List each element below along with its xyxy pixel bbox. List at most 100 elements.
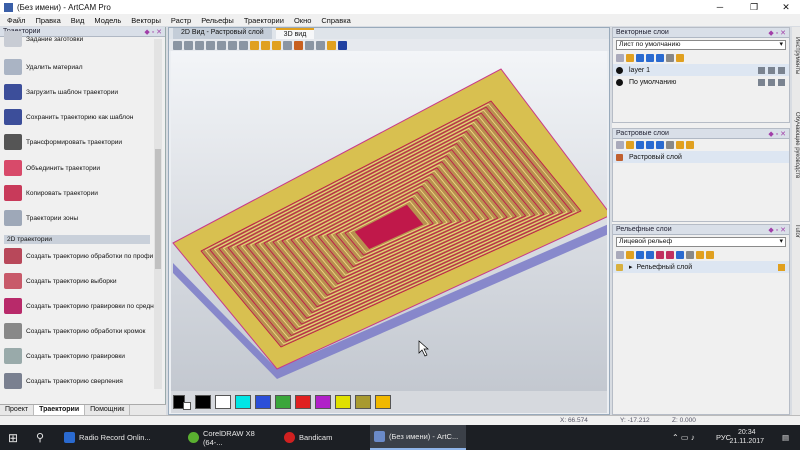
layer-color-dot[interactable] — [616, 78, 623, 86]
menu-window[interactable]: Окно — [289, 16, 316, 25]
merge-icon[interactable] — [706, 251, 714, 259]
new-layer-icon[interactable] — [616, 141, 624, 149]
vector-layer-row[interactable]: layer 1 — [613, 64, 789, 76]
tool-remove-material[interactable]: Удалить материал — [4, 57, 154, 77]
move-up-icon[interactable] — [676, 251, 684, 259]
left-scrollbar[interactable] — [154, 39, 162, 389]
toolpath-show-icon[interactable] — [327, 40, 336, 50]
maximize-button[interactable]: ❐ — [740, 0, 768, 14]
3d-viewport[interactable] — [171, 51, 607, 391]
palette-swatch[interactable] — [235, 395, 251, 409]
light-icon[interactable] — [696, 251, 704, 259]
delete-icon[interactable] — [778, 78, 785, 86]
palette-swatch[interactable] — [215, 395, 231, 409]
relief-dropdown[interactable]: Лицевой рельеф — [616, 237, 786, 247]
view-left-icon[interactable] — [206, 40, 215, 50]
palette-swatch[interactable] — [295, 395, 311, 409]
tool-zone[interactable]: Траектории зоны — [4, 208, 154, 228]
tool-centerline[interactable]: Создать траекторию гравировки по средн — [4, 296, 154, 316]
tool-area-clearance[interactable]: Создать траекторию выборки — [4, 271, 154, 291]
tool-edge[interactable]: Создать траекторию обработки кромок — [4, 321, 154, 341]
palette-swatch[interactable] — [255, 395, 271, 409]
search-icon[interactable]: ⚲ — [36, 425, 44, 450]
tool-load-template[interactable]: Загрузить шаблон траектории — [4, 82, 154, 102]
menu-file[interactable]: Файл — [2, 16, 30, 25]
menu-vectors[interactable]: Векторы — [126, 16, 166, 25]
menu-reliefs[interactable]: Рельефы — [196, 16, 239, 25]
relief-icon[interactable] — [272, 40, 281, 50]
expand-arrow-icon[interactable]: ▸ — [629, 263, 633, 271]
lock-icon[interactable] — [666, 54, 674, 62]
secondary-color-swatch[interactable] — [183, 402, 191, 410]
palette-swatch[interactable] — [315, 395, 331, 409]
material-icon[interactable] — [294, 40, 303, 50]
menu-toolpaths[interactable]: Траектории — [239, 16, 289, 25]
menu-raster[interactable]: Растр — [166, 16, 196, 25]
side-tab-tools[interactable]: Инструменты — [792, 37, 800, 74]
palette-swatch[interactable] — [375, 395, 391, 409]
menu-edit[interactable]: Правка — [30, 16, 65, 25]
tab-2d-view[interactable]: 2D Вид - Растровый слой — [173, 28, 272, 39]
scroll-thumb[interactable] — [155, 149, 161, 269]
close-button[interactable]: ✕ — [772, 0, 800, 14]
pin-icon[interactable]: ◆ ▫ ✕ — [768, 226, 786, 234]
sheet-dropdown[interactable]: Лист по умолчанию — [616, 40, 786, 50]
taskbar-item-coreldraw[interactable]: CorelDRAW X8 (64-... — [184, 425, 276, 450]
move-up-icon[interactable] — [656, 141, 664, 149]
side-tab-tutorials[interactable]: Обучающие руководств — [792, 112, 800, 178]
visibility-icon[interactable] — [768, 78, 775, 86]
save-icon[interactable] — [636, 251, 644, 259]
merge-icon[interactable] — [686, 141, 694, 149]
subtract-icon[interactable] — [666, 251, 674, 259]
light-icon[interactable] — [676, 141, 684, 149]
visibility-icon[interactable] — [768, 66, 775, 74]
tool-set-block[interactable]: Задание заготовки — [4, 29, 154, 49]
view-front-icon[interactable] — [195, 40, 204, 50]
taskbar-item-artcam[interactable]: (Без имени) - ArtC... — [370, 425, 466, 450]
open-icon[interactable] — [626, 141, 634, 149]
move-up-icon[interactable] — [656, 54, 664, 62]
move-down-icon[interactable] — [646, 54, 654, 62]
view-iso-icon[interactable] — [173, 40, 182, 50]
menu-view[interactable]: Вид — [66, 16, 90, 25]
clock[interactable]: 20:34 21.11.2017 — [729, 428, 764, 446]
menu-help[interactable]: Справка — [316, 16, 355, 25]
lock-icon[interactable] — [686, 251, 694, 259]
palette-swatch[interactable] — [275, 395, 291, 409]
open-icon[interactable] — [626, 251, 634, 259]
view-right-icon[interactable] — [217, 40, 226, 50]
layer-color-dot[interactable] — [616, 66, 623, 74]
tool-save-template[interactable]: Сохранить траекторию как шаблон — [4, 107, 154, 127]
move-down-icon[interactable] — [646, 251, 654, 259]
tool-merge[interactable]: Объединить траектории — [4, 158, 154, 178]
pin-icon[interactable]: ◆ ▫ ✕ — [768, 29, 786, 37]
tool-profile[interactable]: Создать траекторию обработки по профи — [4, 246, 154, 266]
taskbar-item-radio[interactable]: Radio Record Onlin... — [60, 425, 180, 450]
raster-layer-row[interactable]: Растровый слой — [613, 151, 789, 163]
vector-layer-row[interactable]: По умолчанию — [613, 76, 789, 88]
tab-3d-view[interactable]: 3D вид — [275, 28, 315, 39]
move-down-icon[interactable] — [646, 141, 654, 149]
zoom-icon[interactable] — [228, 40, 237, 50]
light-icon[interactable] — [250, 40, 259, 50]
tool-copy[interactable]: Копировать траектории — [4, 183, 154, 203]
side-tab-tutor[interactable]: Tutor — [792, 224, 800, 238]
grid-icon[interactable] — [305, 40, 314, 50]
shade-icon[interactable] — [261, 40, 270, 50]
fit-icon[interactable] — [239, 40, 248, 50]
tray-icons[interactable]: ⌃ ▭ ♪ — [672, 425, 695, 450]
tool-drill[interactable]: Создать траекторию сверления — [4, 371, 154, 391]
palette-swatch[interactable] — [195, 395, 211, 409]
tool-transform[interactable]: Трансформировать траектории — [4, 132, 154, 152]
save-icon[interactable] — [636, 141, 644, 149]
minimize-button[interactable]: ─ — [706, 0, 734, 14]
open-icon[interactable] — [626, 54, 634, 62]
tab-project[interactable]: Проект — [0, 405, 35, 415]
menu-model[interactable]: Модель — [89, 16, 126, 25]
taskbar-item-bandicam[interactable]: Bandicam — [280, 425, 366, 450]
light-icon[interactable] — [778, 263, 785, 271]
tab-toolpaths[interactable]: Траектории — [34, 405, 86, 415]
save-icon[interactable] — [636, 54, 644, 62]
light-icon[interactable] — [676, 54, 684, 62]
palette-swatch[interactable] — [355, 395, 371, 409]
